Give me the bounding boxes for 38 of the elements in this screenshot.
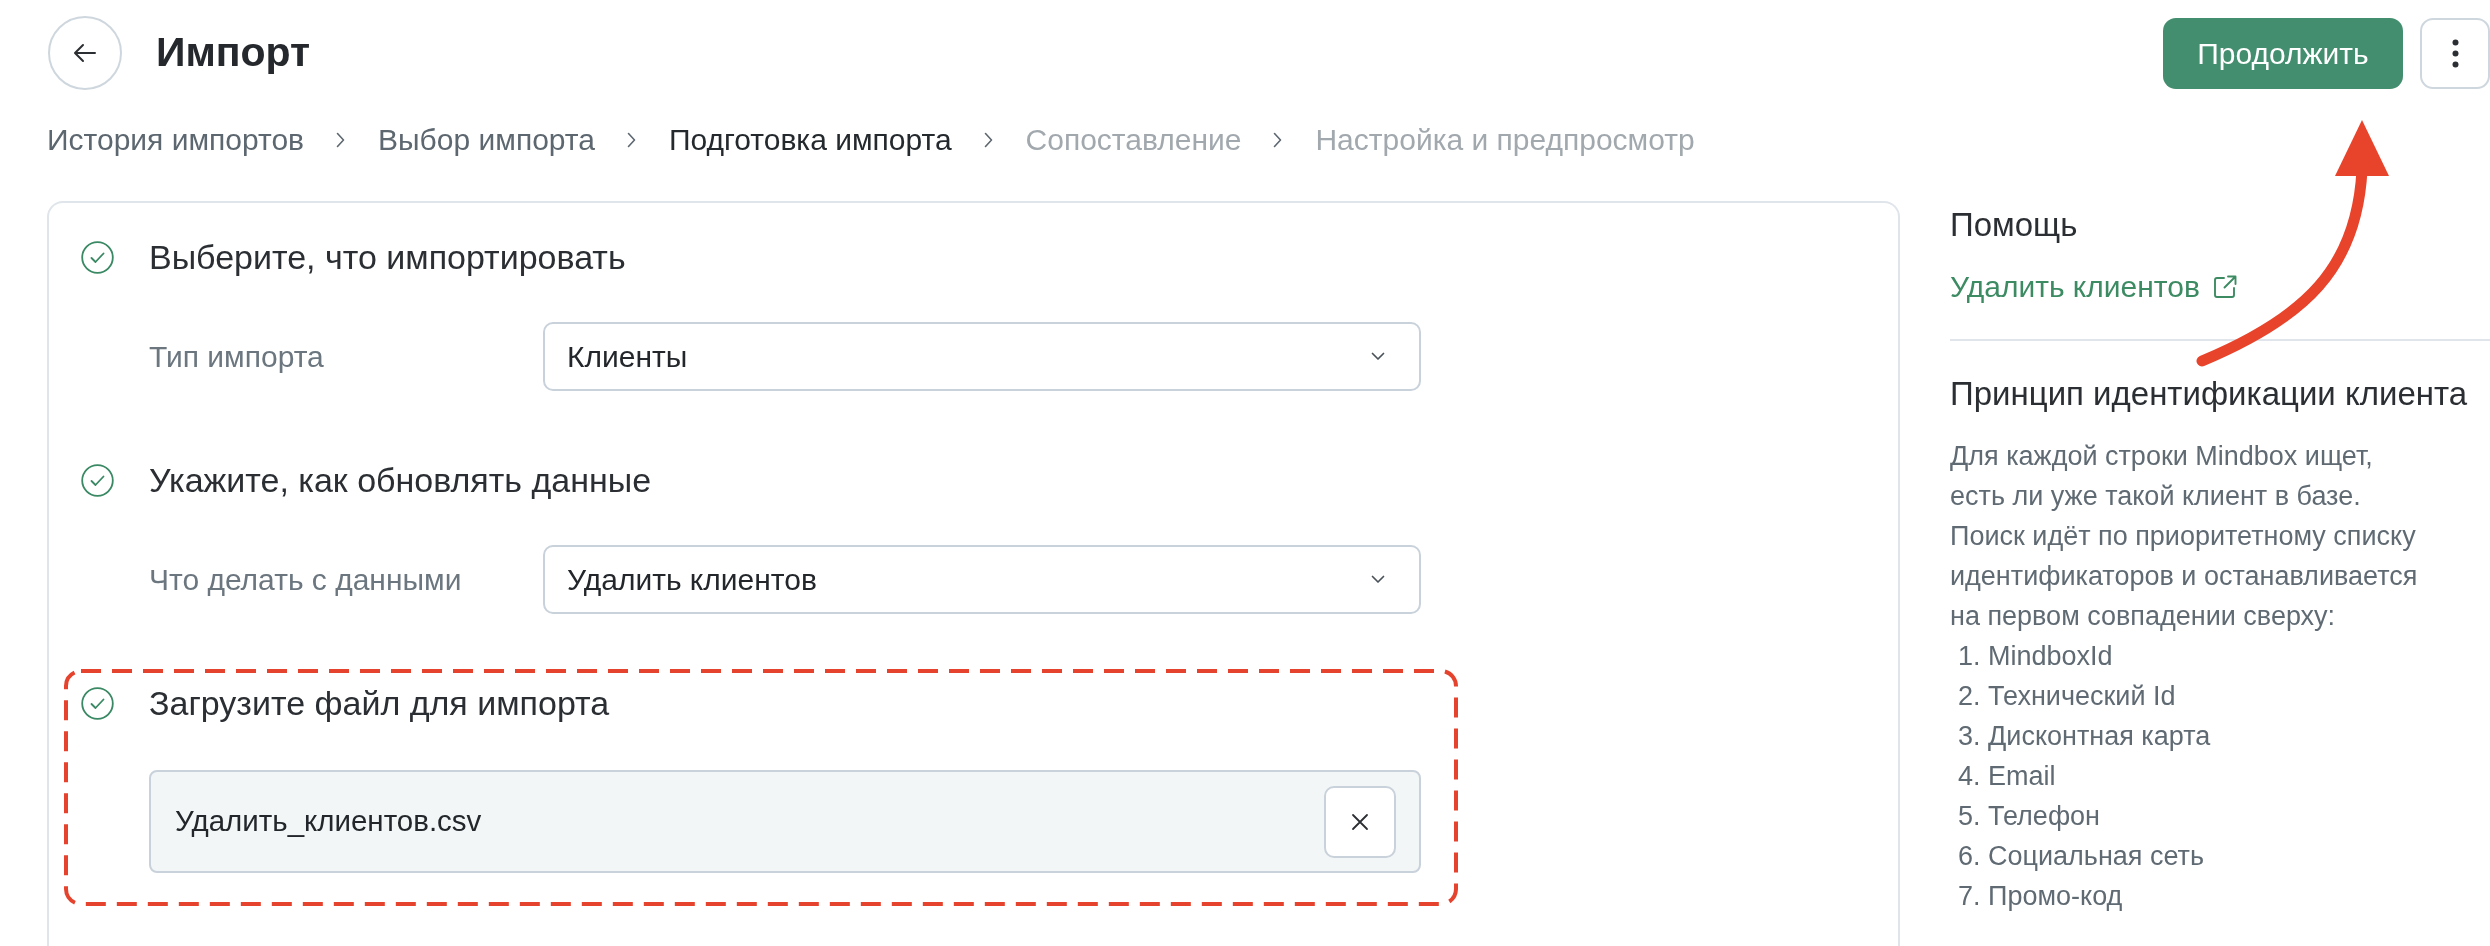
chevron-right-icon <box>983 132 993 148</box>
section-title: Выберите, что импортировать <box>149 237 626 277</box>
section-title: Укажите, как обновлять данные <box>149 460 652 500</box>
select-field[interactable]: Удалить клиентов <box>543 545 1421 614</box>
external-link-icon <box>2211 274 2238 300</box>
more-button[interactable] <box>2420 17 2490 89</box>
breadcrumb-link[interactable]: История импортов <box>47 120 305 160</box>
help-heading: Помощь <box>1950 205 2079 245</box>
list-item: 2. Технический Id <box>1957 680 2177 713</box>
list-item: 6. Социальная сеть <box>1957 840 2206 873</box>
chevron-down-icon <box>1371 352 1385 361</box>
section-heading: Принцип идентификации клиента <box>1950 374 2469 414</box>
continue-button[interactable]: Продолжить <box>2163 17 2403 89</box>
arrow-left-icon <box>73 43 97 63</box>
help-link[interactable]: Удалить клиентов <box>1950 267 2238 307</box>
list-item: 1. MindboxId <box>1957 640 2114 673</box>
list-item: 4. Email <box>1957 760 2057 793</box>
chevron-right-icon <box>1273 132 1283 148</box>
list-item: 3. Дисконтная карта <box>1957 720 2212 753</box>
chevron-right-icon <box>336 132 346 148</box>
breadcrumb-link: Сопоставление <box>1025 122 1242 158</box>
breadcrumb-link[interactable]: Подготовка импорта <box>668 120 952 160</box>
more-icon <box>2451 38 2459 68</box>
chevron-right-icon <box>626 132 636 148</box>
file-name: Удалить_клиентов.csv <box>175 803 482 840</box>
remove-file-button[interactable] <box>1324 785 1396 858</box>
close-icon <box>1351 812 1369 831</box>
breadcrumb-link: Настройка и предпросмотр <box>1315 122 1695 158</box>
chevron-down-icon <box>1371 575 1385 584</box>
select-field[interactable]: Клиенты <box>543 322 1421 391</box>
section-title: Загрузите файл для импорта <box>149 683 610 723</box>
list-item: 5. Телефон <box>1957 800 2102 833</box>
list-item: 7. Промо-код <box>1957 880 2124 913</box>
page-title: Импорт <box>156 30 311 76</box>
field-label: Что делать с данными <box>149 562 463 598</box>
field-label: Тип импорта <box>149 339 325 375</box>
breadcrumb-link[interactable]: Выбор импорта <box>378 120 595 160</box>
help-paragraph: Для каждой строки Mindbox ищет, есть ли уже такой клиент в базе. Поиск идёт по приоритетному списку идентификаторов и останавливается на первом совпадении сверху: <box>1950 440 2419 633</box>
